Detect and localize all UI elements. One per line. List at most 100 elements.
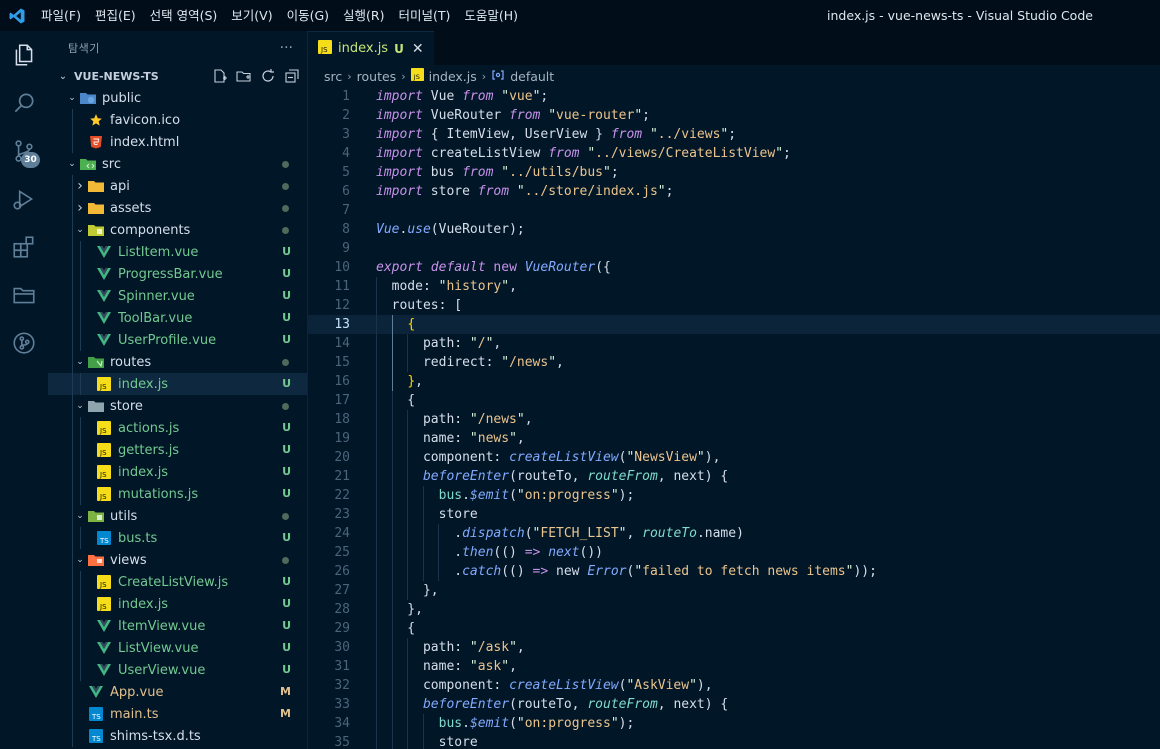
explorer-icon[interactable] [0,31,48,79]
tree-file[interactable]: TS shims-tsx.d.ts [48,725,307,747]
close-icon[interactable]: ✕ [412,41,424,57]
code-text: .dispatch("FETCH_LIST", routeTo.name) [376,524,744,543]
tree-file[interactable]: favicon.ico [48,109,307,131]
tree-folder[interactable]: › assets [48,197,307,219]
tree-file[interactable]: JS getters.js U [48,439,307,461]
tree-file[interactable]: ListItem.vue U [48,241,307,263]
tree-file[interactable]: JS index.js U [48,593,307,615]
breadcrumb-file[interactable]: index.js [429,69,477,84]
tree-folder[interactable]: ⌄ store [48,395,307,417]
code-token: bus [438,716,463,731]
source-control-icon[interactable] [0,127,48,175]
line-number: 23 [334,507,350,522]
breadcrumb-symbol[interactable]: default [510,69,554,84]
code-token: catch [462,564,502,579]
menu-item[interactable]: 도움말(H) [457,0,525,31]
code-token: ( [509,488,517,503]
tree-file[interactable]: Spinner.vue U [48,285,307,307]
menu-item[interactable]: 편집(E) [88,0,143,31]
refresh-icon[interactable] [259,67,277,85]
tree-file[interactable]: ToolBar.vue U [48,307,307,329]
js-file-icon: JS [318,39,332,58]
breadcrumb-src[interactable]: src [324,69,342,84]
tree-file[interactable]: ListView.vue U [48,637,307,659]
tree-file[interactable]: UserProfile.vue U [48,329,307,351]
tree-file[interactable]: ProgressBar.vue U [48,263,307,285]
tree-file[interactable]: JS CreateListView.js U [48,571,307,593]
line-number: 8 [342,222,350,237]
title-bar: 파일(F) 편집(E) 선택 영역(S) 보기(V) 이동(G) 실행(R) 터미널(T) 도… [0,0,1160,31]
tree-item-label: main.ts [110,706,159,722]
collapse-all-icon[interactable] [283,67,301,85]
workspace-root[interactable]: ⌄ VUE-NEWS-TS [48,65,307,87]
code-editor[interactable]: 1 import Vue from "vue"; 2 import VueRouter… [308,87,1160,749]
tree-file[interactable]: JS mutations.js U [48,483,307,505]
code-token: (() [501,564,533,579]
menu-item[interactable]: 선택 영역(S) [143,0,225,31]
code-token: dispatch [462,526,525,541]
tree-file[interactable]: index.html [48,131,307,153]
tree-item-label: UserProfile.vue [118,332,217,348]
new-folder-icon[interactable] [235,67,253,85]
chevron-down-icon: ⌄ [68,93,76,103]
tree-file[interactable]: JS index.js U [48,461,307,483]
tree-folder[interactable]: ⌄ src [48,153,307,175]
tree-folder[interactable]: ⌄ utils [48,505,307,527]
menu-item[interactable]: 실행(R) [336,0,391,31]
tree-file[interactable]: ItemView.vue U [48,615,307,637]
tree-file[interactable]: JS index.js U [48,373,307,395]
code-token: " [657,184,666,199]
chevron-down-icon: ⌄ [76,511,84,521]
new-file-icon[interactable] [211,67,229,85]
tree-item-label: index.js [118,464,169,480]
js-file-icon: JS [96,376,112,392]
code-line: 23 store [308,505,1160,524]
indent-guide [72,307,73,329]
tree-folder[interactable]: ⌄ views [48,549,307,571]
code-token: name: [376,659,470,674]
tree-file[interactable]: TS main.ts M [48,703,307,725]
code-token: (() [493,545,525,560]
tree-file[interactable]: TS bus.ts U [48,527,307,549]
tree-folder[interactable]: ⌄ public [48,87,307,109]
js-file-icon: JS [96,420,112,436]
tree-folder[interactable]: ⌄ routes [48,351,307,373]
remote-explorer-icon[interactable] [0,271,48,319]
menu-item[interactable]: 이동(G) [280,0,336,31]
tree-folder[interactable]: ⌄ components [48,219,307,241]
code-token: , [415,374,423,389]
code-token: , [516,431,525,446]
indent-guide [80,483,81,505]
line-number: 11 [334,279,350,294]
code-token: " [469,412,478,427]
code-token: . [462,488,470,503]
git-graph-icon[interactable] [0,319,48,367]
code-text: path: "/", [376,334,501,353]
more-actions-icon[interactable]: ··· [280,40,293,56]
git-status-badge: U [282,575,291,588]
tree-folder[interactable]: › api [48,175,307,197]
line-number: 31 [334,659,350,674]
line-number: 32 [334,678,350,693]
code-token: store [422,184,478,199]
line-number: 5 [342,165,350,180]
extensions-icon[interactable] [0,223,48,271]
tree-file[interactable]: App.vue M [48,681,307,703]
menu-item[interactable]: 보기(V) [224,0,279,31]
tree-file[interactable]: JS actions.js U [48,417,307,439]
tree-file[interactable]: UserView.vue U [48,659,307,681]
line-number: 19 [334,431,350,446]
menu-item[interactable]: 파일(F) [34,0,88,31]
breadcrumb-routes[interactable]: routes [357,69,397,84]
code-token: " [516,716,525,731]
code-token: " [610,716,619,731]
search-icon[interactable] [0,79,48,127]
tab-index-js[interactable]: JS index.js U ✕ [308,31,434,65]
menu-item[interactable]: 터미널(T) [392,0,458,31]
code-token: " [516,488,525,503]
tab-status: U [394,41,404,56]
vue-file-icon [96,310,112,326]
ts-file-icon: TS [96,530,112,546]
code-token: ( [509,716,517,731]
run-debug-icon[interactable] [0,175,48,223]
